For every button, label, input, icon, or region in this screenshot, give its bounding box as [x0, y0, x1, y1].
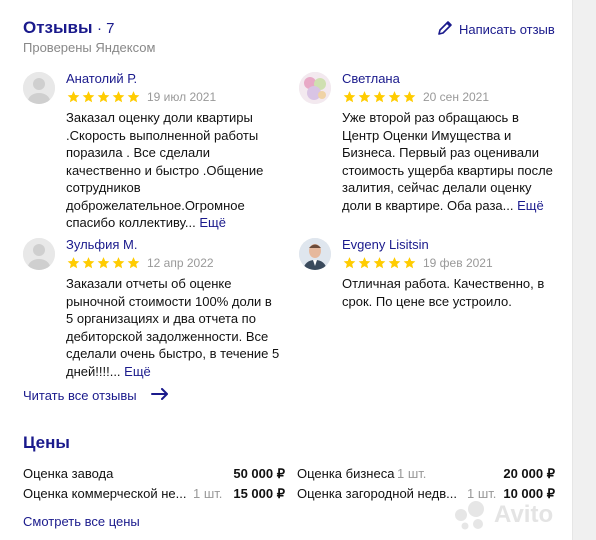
star-icon — [403, 257, 416, 269]
avatar — [23, 238, 55, 270]
see-all-prices-link[interactable]: Смотреть все цены — [23, 514, 140, 529]
star-icon — [343, 257, 356, 269]
review-text: Заказал оценку доли квартиры .Скорость в… — [66, 109, 281, 232]
star-icon — [127, 257, 140, 269]
price-name: Оценка бизнеса — [297, 466, 395, 481]
read-all-reviews-link[interactable]: Читать все отзывы — [23, 388, 169, 403]
prices-title: Цены — [23, 433, 70, 452]
reviewer-name[interactable]: Анатолий Р. — [66, 71, 137, 86]
rating-stars — [342, 256, 417, 270]
arrow-right-icon — [150, 388, 169, 403]
write-review-button[interactable]: Написать отзыв — [437, 20, 555, 39]
pencil-icon — [437, 20, 453, 39]
star-icon — [388, 257, 401, 269]
review-more-link[interactable]: Ещё — [124, 364, 151, 379]
rating-stars — [342, 90, 417, 104]
star-icon — [388, 91, 401, 103]
rating-stars — [66, 90, 141, 104]
avatar — [299, 238, 331, 270]
watermark-text: Avito — [494, 501, 554, 528]
read-all-reviews-label: Читать все отзывы — [23, 388, 137, 403]
reviews-count: · 7 — [96, 20, 115, 37]
review-card: Evgeny Lisitsin 19 фев 2021 Отличная раб… — [299, 237, 559, 318]
review-date: 12 апр 2022 — [147, 256, 214, 270]
avatar — [23, 72, 55, 104]
avito-watermark: Avito — [452, 500, 553, 530]
star-icon — [343, 91, 356, 103]
review-body: Отличная работа. Качественно, в срок. По… — [342, 276, 545, 309]
star-icon — [67, 91, 80, 103]
star-icon — [403, 91, 416, 103]
review-body: Заказали отчеты об оценке рыночной стоим… — [66, 276, 280, 379]
star-icon — [358, 91, 371, 103]
star-icon — [97, 257, 110, 269]
reviews-panel: Отзывы · 7 Проверены Яндексом Написать о… — [0, 0, 572, 540]
star-icon — [112, 257, 125, 269]
star-icon — [127, 91, 140, 103]
reviews-verified-subtitle: Проверены Яндексом — [23, 40, 156, 55]
star-icon — [373, 91, 386, 103]
price-value: 20 000 ₽ — [503, 466, 555, 481]
reviewer-name[interactable]: Зульфия М. — [66, 237, 137, 252]
review-date: 20 сен 2021 — [423, 90, 490, 104]
star-icon — [373, 257, 386, 269]
reviews-title: Отзывы — [23, 18, 93, 37]
price-name: Оценка загородной недв... — [297, 486, 458, 501]
review-date: 19 июл 2021 — [147, 90, 217, 104]
price-name: Оценка завода — [23, 466, 114, 481]
avatar — [299, 72, 331, 104]
reviewer-name[interactable]: Evgeny Lisitsin — [342, 237, 429, 252]
review-text: Отличная работа. Качественно, в срок. По… — [342, 275, 557, 310]
review-body: Заказал оценку доли квартиры .Скорость в… — [66, 110, 264, 230]
star-icon — [82, 257, 95, 269]
star-icon — [358, 257, 371, 269]
review-more-link[interactable]: Ещё — [517, 198, 544, 213]
star-icon — [97, 91, 110, 103]
star-icon — [82, 91, 95, 103]
review-date: 19 фев 2021 — [423, 256, 493, 270]
price-value: 50 000 ₽ — [233, 466, 285, 481]
reviews-header: Отзывы · 7 — [23, 18, 114, 38]
reviewer-name[interactable]: Светлана — [342, 71, 400, 86]
review-more-link[interactable]: Ещё — [199, 215, 226, 230]
avito-logo-icon — [455, 501, 484, 530]
review-card: Зульфия М. 12 апр 2022 Заказали отчеты о… — [23, 237, 283, 380]
star-icon — [67, 257, 80, 269]
price-name: Оценка коммерческой не... — [23, 486, 187, 501]
review-text: Уже второй раз обращаюсь в Центр Оценки … — [342, 109, 557, 214]
write-review-label: Написать отзыв — [459, 22, 555, 37]
review-text: Заказали отчеты об оценке рыночной стоим… — [66, 275, 281, 380]
price-value: 15 000 ₽ — [233, 486, 285, 501]
star-icon — [112, 91, 125, 103]
review-card: Светлана 20 сен 2021 Уже второй раз обра… — [299, 71, 559, 232]
avatar-placeholder-icon — [23, 72, 55, 104]
price-unit: 1 шт. — [397, 466, 427, 481]
avatar-placeholder-icon — [23, 238, 55, 270]
avatar-photo-icon — [299, 238, 331, 270]
avatar-flowers-icon — [299, 72, 331, 104]
page-side-edge — [572, 0, 596, 540]
review-card: Анатолий Р. 19 июл 2021 Заказал оценку д… — [23, 71, 283, 232]
rating-stars — [66, 256, 141, 270]
